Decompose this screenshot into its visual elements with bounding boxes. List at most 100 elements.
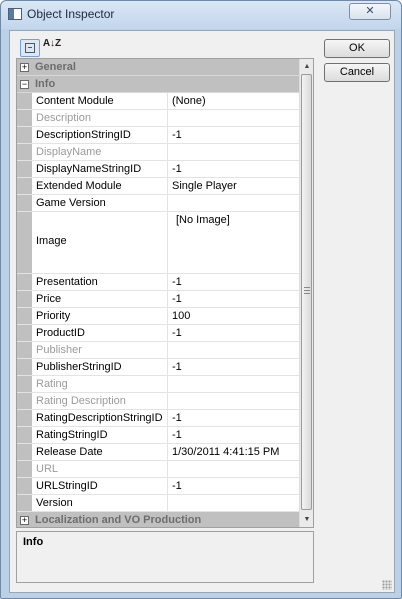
property-value[interactable]: -1 [168,478,299,494]
property-row[interactable]: Price -1 [17,291,299,308]
property-name: Content Module [32,93,168,109]
property-row[interactable]: Version [17,495,299,512]
category-info[interactable]: − Info [17,76,299,93]
scroll-up-arrow-icon[interactable]: ▲ [300,59,313,74]
property-value[interactable]: 1/30/2011 4:41:15 PM [168,444,299,460]
scroll-thumb[interactable] [301,74,312,510]
property-row[interactable]: URL [17,461,299,478]
close-button[interactable]: ✕ [349,3,391,20]
cancel-button[interactable]: Cancel [324,63,390,82]
title-bar[interactable]: Object Inspector ✕ [1,1,401,29]
row-gutter [17,212,32,273]
vertical-scrollbar[interactable]: ▲ ▼ [299,59,313,527]
row-gutter [17,93,32,109]
property-name: Extended Module [32,178,168,194]
property-row[interactable]: Release Date 1/30/2011 4:41:15 PM [17,444,299,461]
property-name: Release Date [32,444,168,460]
property-name: Rating [32,376,168,392]
window-icon [8,8,22,20]
property-value[interactable] [168,195,299,211]
property-value[interactable] [168,342,299,358]
property-row[interactable]: Content Module (None) [17,93,299,110]
row-gutter [17,308,32,324]
property-value[interactable]: -1 [168,161,299,177]
property-value[interactable]: 100 [168,308,299,324]
property-value[interactable]: -1 [168,127,299,143]
property-row[interactable]: PublisherStringID -1 [17,359,299,376]
ok-button[interactable]: OK [324,39,390,58]
property-value[interactable]: -1 [168,427,299,443]
grip-icon [304,287,310,294]
property-row[interactable]: Rating Description [17,393,299,410]
property-row[interactable]: ProductID -1 [17,325,299,342]
category-label: General [35,61,76,73]
property-row[interactable]: Presentation -1 [17,274,299,291]
property-row[interactable]: DescriptionStringID -1 [17,127,299,144]
sort-alphabetical-icon: A↓Z [42,38,62,49]
property-value[interactable]: Single Player [168,178,299,194]
window-title: Object Inspector [27,7,115,21]
row-gutter [17,274,32,290]
categorized-view-button[interactable] [20,39,40,57]
property-name: Rating Description [32,393,168,409]
row-gutter [17,110,32,126]
row-gutter [17,291,32,307]
property-row[interactable]: Publisher [17,342,299,359]
property-name: RatingStringID [32,427,168,443]
property-row[interactable]: RatingStringID -1 [17,427,299,444]
alphabetical-sort-button[interactable]: A↓Z [42,39,62,57]
property-name: URL [32,461,168,477]
property-value[interactable]: -1 [168,274,299,290]
property-value[interactable]: -1 [168,291,299,307]
row-gutter [17,161,32,177]
property-value[interactable] [168,461,299,477]
property-value[interactable] [168,495,299,511]
row-gutter [17,127,32,143]
property-value[interactable] [168,393,299,409]
property-value[interactable] [168,110,299,126]
collapse-icon[interactable]: − [20,80,29,89]
property-grid[interactable]: + General − Info Content Module (None) D… [16,58,314,528]
property-value[interactable]: -1 [168,410,299,426]
property-row[interactable]: URLStringID -1 [17,478,299,495]
property-row[interactable]: Priority 100 [17,308,299,325]
resize-grip-icon[interactable] [382,580,392,590]
property-name: URLStringID [32,478,168,494]
property-name: DisplayName [32,144,168,160]
row-gutter [17,325,32,341]
description-title: Info [23,536,44,548]
property-row[interactable]: RatingDescriptionStringID -1 [17,410,299,427]
property-name: DisplayNameStringID [32,161,168,177]
row-gutter [17,393,32,409]
category-general[interactable]: + General [17,59,299,76]
row-gutter [17,410,32,426]
categorized-icon [25,43,35,53]
expand-icon[interactable]: + [20,63,29,72]
property-value[interactable] [168,376,299,392]
expand-icon[interactable]: + [20,516,29,525]
property-value[interactable] [168,144,299,160]
row-gutter [17,195,32,211]
property-row-image[interactable]: Image [No Image] [17,212,299,274]
property-row[interactable]: Game Version [17,195,299,212]
property-row[interactable]: DisplayName [17,144,299,161]
category-localization[interactable]: + Localization and VO Production [17,512,299,527]
property-row[interactable]: DisplayNameStringID -1 [17,161,299,178]
property-name: DescriptionStringID [32,127,168,143]
scroll-down-arrow-icon[interactable]: ▼ [300,512,313,527]
property-name: Version [32,495,168,511]
property-name: Priority [32,308,168,324]
property-row[interactable]: Extended Module Single Player [17,178,299,195]
property-rows: + General − Info Content Module (None) D… [17,59,299,527]
property-name: RatingDescriptionStringID [32,410,168,426]
property-value[interactable]: -1 [168,359,299,375]
image-preview[interactable]: [No Image] [168,212,299,273]
property-row[interactable]: Rating [17,376,299,393]
dialog-client-area: A↓Z + General − Info Content Module (Non… [9,30,395,593]
property-value[interactable]: -1 [168,325,299,341]
property-row[interactable]: Description [17,110,299,127]
row-gutter [17,444,32,460]
property-name: Price [32,291,168,307]
property-value[interactable]: (None) [168,93,299,109]
description-panel: Info [16,531,314,583]
